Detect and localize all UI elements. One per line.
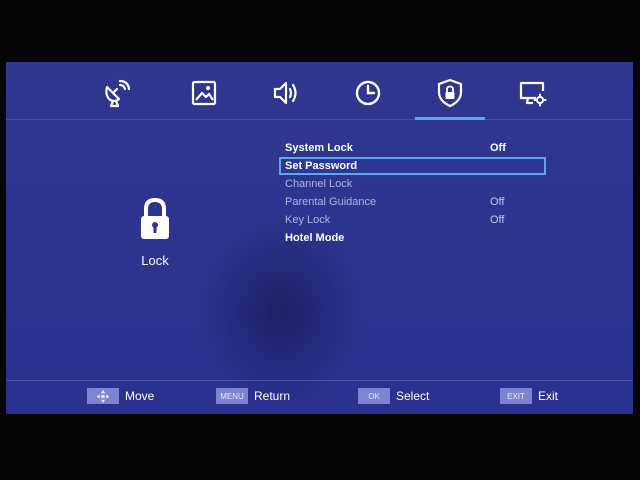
tab-setup[interactable] bbox=[497, 68, 567, 118]
footer-divider bbox=[6, 380, 633, 381]
tab-divider bbox=[6, 119, 633, 120]
monitor-settings-icon bbox=[519, 81, 547, 107]
menu-item-value: Off bbox=[490, 196, 505, 208]
hint-exit-label: Exit bbox=[538, 389, 559, 403]
menu-item-key-lock[interactable]: Key Lock Off bbox=[279, 211, 546, 229]
category-panel: Lock bbox=[116, 197, 194, 268]
ok-key: OK bbox=[358, 388, 390, 404]
menu-item-set-password[interactable]: Set Password bbox=[279, 157, 546, 175]
image-icon bbox=[191, 80, 217, 106]
tab-time[interactable] bbox=[333, 68, 403, 118]
menu-item-label: Key Lock bbox=[285, 214, 331, 226]
hint-select: OK Select bbox=[358, 386, 429, 406]
padlock-icon bbox=[141, 197, 169, 239]
menu-item-channel-lock[interactable]: Channel Lock bbox=[279, 175, 546, 193]
satellite-dish-icon bbox=[105, 79, 131, 108]
menu-item-system-lock[interactable]: System Lock Off bbox=[279, 139, 546, 157]
directional-pad-icon bbox=[87, 388, 119, 404]
menu-item-label: Parental Guidance bbox=[285, 196, 377, 208]
menu-item-value: Off bbox=[490, 142, 506, 154]
exit-key: EXIT bbox=[500, 388, 532, 404]
tab-channel[interactable] bbox=[82, 68, 152, 118]
tv-screen: Lock System Lock Off Set Password Channe… bbox=[6, 62, 633, 414]
hint-select-label: Select bbox=[396, 389, 430, 403]
menu-key: MENU bbox=[216, 388, 248, 404]
hint-return: MENU Return bbox=[216, 386, 290, 406]
tab-sound[interactable] bbox=[251, 68, 321, 118]
hint-move-label: Move bbox=[125, 389, 155, 403]
menu-item-label: System Lock bbox=[285, 142, 353, 154]
category-label: Lock bbox=[141, 253, 169, 268]
hint-exit: EXIT Exit bbox=[500, 386, 558, 406]
lock-menu-list: System Lock Off Set Password Channel Loc… bbox=[279, 139, 546, 247]
menu-item-label: Hotel Mode bbox=[285, 232, 345, 244]
menu-item-label: Channel Lock bbox=[285, 178, 353, 190]
tab-lock[interactable] bbox=[415, 68, 485, 120]
speaker-icon bbox=[273, 81, 297, 105]
hint-move: Move bbox=[87, 386, 154, 406]
menu-tab-bar bbox=[6, 62, 633, 122]
menu-item-hotel-mode[interactable]: Hotel Mode bbox=[279, 229, 546, 247]
menu-item-parental-guidance[interactable]: Parental Guidance Off bbox=[279, 193, 546, 211]
shield-lock-icon bbox=[437, 78, 463, 108]
tab-picture[interactable] bbox=[169, 68, 239, 118]
hint-return-label: Return bbox=[254, 389, 291, 403]
clock-icon bbox=[355, 80, 381, 106]
menu-item-label: Set Password bbox=[285, 160, 358, 172]
menu-item-value: Off bbox=[490, 214, 505, 226]
